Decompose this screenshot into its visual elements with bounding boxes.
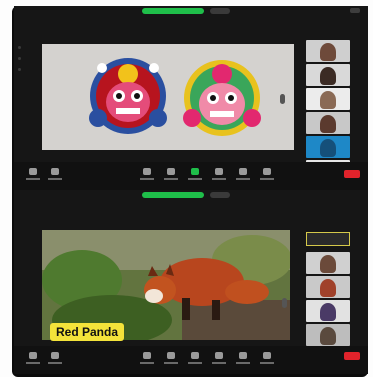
active-speaker-tile[interactable] [306,232,350,246]
red-panda-label: Red Panda [50,323,125,341]
security-button[interactable] [140,352,154,366]
shield-icon [143,352,151,359]
chat-icon [191,352,199,359]
participant-tile[interactable] [306,88,350,110]
participant-face-icon [320,67,336,85]
end-meeting-button[interactable] [344,352,360,360]
masks-image [42,44,294,150]
microphone-icon [29,352,37,359]
participant-face-icon [320,303,336,321]
camera-icon [51,352,59,359]
end-meeting-button[interactable] [344,170,360,178]
side-controls [18,46,21,86]
scroll-indicator[interactable] [282,298,287,308]
title-bar [14,190,368,200]
participants-button[interactable] [164,168,178,182]
chat-icon [191,168,199,175]
video-button[interactable] [48,352,62,366]
shared-screen-masks [42,44,294,150]
participants-button[interactable] [164,352,178,366]
more-button[interactable] [260,168,274,182]
more-button[interactable] [260,352,274,366]
video-button[interactable] [48,168,62,182]
participant-face-icon [320,91,336,109]
share-screen-button[interactable] [212,352,226,366]
camera-icon [51,168,59,175]
mute-button[interactable] [26,352,40,366]
participant-tile[interactable] [306,112,350,134]
recording-pill[interactable] [210,8,230,14]
meeting-window-top [14,6,368,190]
participant-face-icon [320,115,336,133]
participant-tile[interactable] [306,136,350,158]
participant-tile[interactable] [306,276,350,298]
record-button[interactable] [236,168,250,182]
chat-button[interactable] [188,168,202,182]
chat-button[interactable] [188,352,202,366]
participant-tile[interactable] [306,300,350,322]
scroll-indicator[interactable] [280,94,285,104]
record-icon [239,352,247,359]
blue-mask [89,58,167,134]
people-icon [167,352,175,359]
share-icon [215,168,223,175]
participant-face-icon [320,327,336,345]
share-screen-button[interactable] [212,168,226,182]
screenshot-stage: Red Panda [0,0,373,377]
participant-face-icon [320,139,336,157]
participant-tile[interactable] [306,40,350,62]
participant-tile[interactable] [306,64,350,86]
view-button[interactable] [350,8,360,13]
title-bar [14,6,368,16]
shield-icon [143,168,151,175]
share-status-pill[interactable] [142,192,204,198]
people-icon [167,168,175,175]
more-icon [263,168,271,175]
record-icon [239,168,247,175]
meeting-toolbar [14,162,368,190]
recording-pill[interactable] [210,192,230,198]
meeting-toolbar [14,346,368,374]
participant-face-icon [320,255,336,273]
participant-face-icon [320,279,336,297]
security-button[interactable] [140,168,154,182]
more-icon [263,352,271,359]
record-button[interactable] [236,352,250,366]
meeting-window-bottom [14,190,368,374]
participant-tile[interactable] [306,252,350,274]
microphone-icon [29,168,37,175]
participant-tile[interactable] [306,324,350,346]
share-status-pill[interactable] [142,8,204,14]
mute-button[interactable] [26,168,40,182]
participant-face-icon [320,43,336,61]
share-icon [215,352,223,359]
